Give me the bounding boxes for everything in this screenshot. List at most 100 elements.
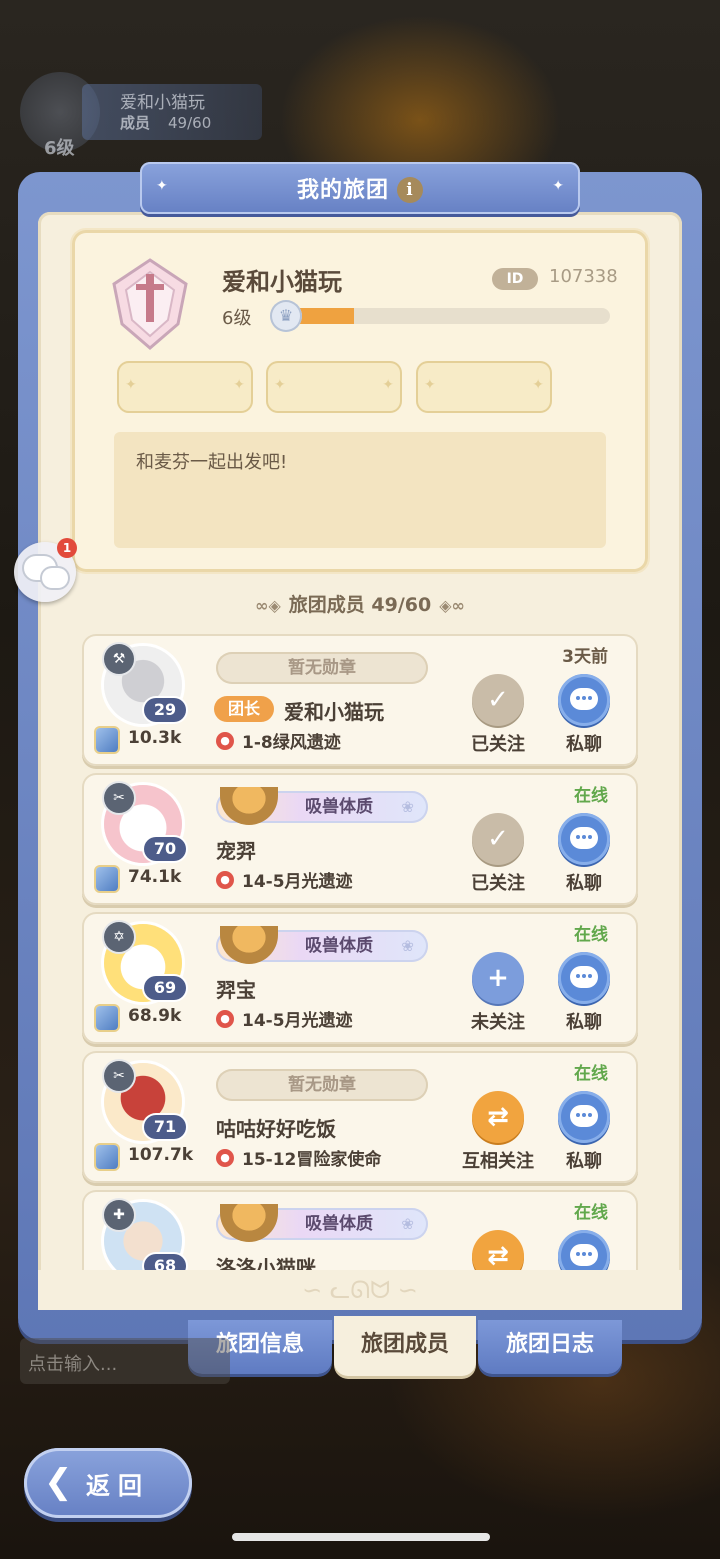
private-chat-label: 私聊 (566, 734, 602, 755)
member-level: 29 (144, 698, 186, 722)
paw-icon: ❀ (401, 937, 414, 955)
member-name: 咕咕好好吃饭 (216, 1117, 336, 1141)
member-name: 爱和小猫玩 (284, 700, 384, 724)
follow-button[interactable]: ⇄ (472, 1230, 524, 1270)
members-header: ∞◈ 旅团成员 49/60 ◈∞ (0, 590, 720, 617)
medal-label: 吸兽体质 (305, 936, 373, 956)
follow-label: 已关注 (471, 873, 525, 894)
member-name: 宠羿 (216, 839, 256, 863)
member-medal[interactable]: 吸兽体质 ❀ (216, 926, 428, 964)
member-power: 107.7k (128, 1145, 194, 1165)
member-row[interactable]: ⚒ 29 10.3k 暂无勋章 团长 爱和小猫玩 ● 1-8绿风遗迹 3天前 ✓ 已关注 私聊 (82, 634, 638, 766)
medal-label: 吸兽体质 (305, 1214, 373, 1234)
dot (588, 1252, 592, 1256)
private-chat-button[interactable] (558, 674, 610, 726)
sparkle-icon: ✦ (532, 377, 544, 393)
member-level: 70 (144, 837, 186, 861)
class-icon: ✡ (104, 922, 134, 952)
mutual-follow-icon: ⇄ (487, 1102, 509, 1132)
location-pin-icon: ● (216, 1149, 234, 1167)
dot (588, 835, 592, 839)
food-bowl-icon (220, 1204, 278, 1242)
back-label: 返回 (86, 1472, 150, 1500)
member-medal[interactable]: 吸兽体质 ❀ (216, 787, 428, 825)
food-bowl-icon (220, 926, 278, 964)
paw-icon: ❀ (401, 798, 414, 816)
sparkle-icon: ✦ (125, 377, 137, 393)
food-bowl-icon (220, 787, 278, 825)
dot (582, 974, 586, 978)
info-icon[interactable]: i (397, 177, 423, 203)
member-row[interactable]: ✂ 71 107.7k 暂无勋章 咕咕好好吃饭 ● 15-12冒险家使命 在线 ⇄ 互相关注 私聊 (82, 1051, 638, 1183)
class-icon: ✚ (104, 1200, 134, 1230)
tab-guild-members[interactable]: 旅团成员 (334, 1316, 476, 1376)
member-row[interactable]: ✡ 69 68.9k 吸兽体质 ❀ 羿宝 ● 14-5月光遗迹 在线 + 未关注 私聊 (82, 912, 638, 1044)
medal-label: 吸兽体质 (305, 797, 373, 817)
class-icon: ✂ (104, 1061, 134, 1091)
shield-icon (96, 867, 118, 891)
class-icon: ⚒ (104, 644, 134, 674)
tab-guild-log[interactable]: 旅团日志 (478, 1320, 622, 1374)
dot (576, 696, 580, 700)
hud-guild-level: 6级 (44, 138, 75, 159)
leader-badge: 团长 (214, 696, 274, 722)
follow-label: 未关注 (471, 1012, 525, 1033)
member-medal-empty: 暂无勋章 (216, 1069, 428, 1101)
dot (588, 974, 592, 978)
follow-button[interactable]: ⇄ (472, 1091, 524, 1143)
sparkle-icon: ✦ (233, 377, 245, 393)
private-chat-button[interactable] (558, 1230, 610, 1270)
guild-medal-slot[interactable]: ✦ ✦ (416, 361, 552, 413)
private-chat-button[interactable] (558, 952, 610, 1004)
private-chat-label: 私聊 (566, 1151, 602, 1172)
dot (582, 1113, 586, 1117)
member-location: 1-8绿风遗迹 (242, 733, 341, 753)
shield-icon (96, 1145, 118, 1169)
member-row[interactable]: ✚ 68 吸兽体质 ❀ 洛洛小猫咪 在线 ⇄ (82, 1190, 638, 1270)
follow-label: 互相关注 (462, 1151, 534, 1172)
ornament-icon: ∞◈ (255, 596, 281, 615)
guild-medal-slot[interactable]: ✦ ✦ (117, 361, 253, 413)
checkmark-icon: ✓ (487, 685, 509, 715)
dot (582, 835, 586, 839)
member-status: 3天前 (562, 647, 608, 667)
members-header-text: 旅团成员 49/60 (288, 594, 432, 616)
member-medal[interactable]: 吸兽体质 ❀ (216, 1204, 428, 1242)
member-medal-empty: 暂无勋章 (216, 652, 428, 684)
follow-button[interactable]: ✓ (472, 674, 524, 726)
dot (576, 1113, 580, 1117)
panel-title-ribbon: ✦ ✦ 我的旅团 i (140, 162, 580, 214)
private-chat-button[interactable] (558, 1091, 610, 1143)
back-arrow-icon: ❮ (44, 1462, 73, 1502)
member-list[interactable]: ⚒ 29 10.3k 暂无勋章 团长 爱和小猫玩 ● 1-8绿风遗迹 3天前 ✓ 已关注 私聊 ✂ 70 7… (82, 634, 638, 1270)
id-badge: ID (492, 268, 538, 290)
dot (576, 835, 580, 839)
shield-icon (96, 728, 118, 752)
follow-button[interactable]: + (472, 952, 524, 1004)
guild-level: 6级 (222, 308, 252, 329)
sparkle-icon: ✦ (382, 377, 394, 393)
hud-members-label: 成员 (120, 114, 151, 132)
member-status: 在线 (574, 925, 608, 945)
crown-icon: ♛ (270, 300, 302, 332)
private-chat-button[interactable] (558, 813, 610, 865)
private-chat-label: 私聊 (566, 1012, 602, 1033)
guild-name: 爱和小猫玩 (222, 268, 342, 296)
member-location: 15-12冒险家使命 (242, 1150, 382, 1170)
member-name: 羿宝 (216, 978, 256, 1002)
follow-button[interactable]: ✓ (472, 813, 524, 865)
member-location: 14-5月光遗迹 (242, 1011, 353, 1031)
member-row[interactable]: ✂ 70 74.1k 吸兽体质 ❀ 宠羿 ● 14-5月光遗迹 在线 ✓ 已关注 私聊 (82, 773, 638, 905)
cat-ornament-icon: ∽ ᓚᘏᗢ ∽ (302, 1276, 418, 1304)
home-indicator[interactable] (232, 1533, 490, 1541)
notification-badge: 1 (57, 538, 77, 558)
paw-icon: ❀ (401, 1215, 414, 1233)
dot (582, 696, 586, 700)
dot (588, 1113, 592, 1117)
private-chat-label: 私聊 (566, 873, 602, 894)
dot (588, 696, 592, 700)
guild-medal-slot[interactable]: ✦ ✦ (266, 361, 402, 413)
panel-title-text: 我的旅团 (296, 178, 389, 203)
guild-motto: 和麦芬一起出发吧! (136, 452, 288, 473)
add-user-icon: + (487, 963, 509, 993)
